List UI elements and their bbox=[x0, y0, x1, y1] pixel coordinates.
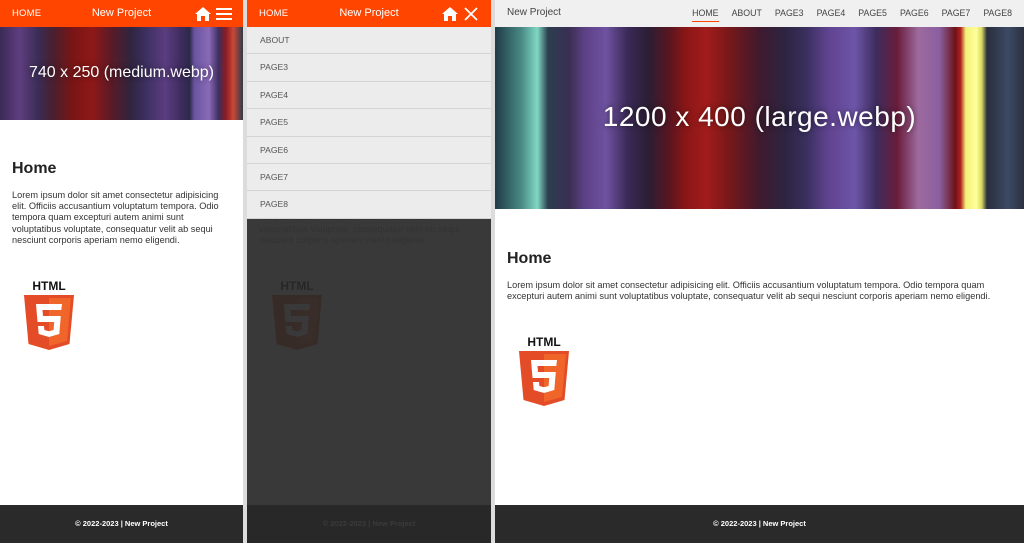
home-icon[interactable] bbox=[441, 5, 459, 23]
nav-page6[interactable]: PAGE6 bbox=[900, 8, 929, 18]
mobile-header: HOME New Project bbox=[0, 0, 243, 27]
logo-text: HTML bbox=[32, 279, 65, 293]
article: Home Lorem ipsum dolor sit amet consecte… bbox=[495, 250, 1024, 302]
nav-page3[interactable]: PAGE3 bbox=[775, 8, 804, 18]
html5-logo: HTML bbox=[22, 278, 76, 359]
mobile-header: HOME New Project bbox=[247, 0, 491, 27]
nav-about[interactable]: ABOUT bbox=[732, 8, 762, 18]
footer: © 2022-2023 | New Project bbox=[495, 505, 1024, 543]
home-icon[interactable] bbox=[194, 5, 212, 23]
nav-home[interactable]: HOME bbox=[692, 8, 719, 22]
html5-logo: HTML bbox=[517, 334, 571, 415]
page-heading: Home bbox=[507, 250, 552, 267]
nav-page5[interactable]: PAGE5 bbox=[858, 8, 887, 18]
hero-caption: 1200 x 400 (large.webp) bbox=[602, 101, 917, 132]
main-nav: HOME ABOUT PAGE3 PAGE4 PAGE5 PAGE6 PAGE7… bbox=[692, 8, 1012, 22]
menu-item-page6[interactable]: PAGE6 bbox=[247, 137, 491, 164]
menu-item-page5[interactable]: PAGE5 bbox=[247, 109, 491, 137]
hero-image: 1200 x 400 (large.webp) bbox=[495, 27, 1024, 209]
menu-item-page8[interactable]: PAGE8 bbox=[247, 191, 491, 219]
mobile-menu-view: Home Lorem ipsum dolor sit amet consecte… bbox=[247, 0, 491, 543]
logo-text: HTML bbox=[527, 335, 560, 349]
menu-icon[interactable] bbox=[215, 5, 233, 23]
footer: © 2022-2023 | New Project bbox=[0, 505, 243, 543]
hero-caption: 740 x 250 (medium.webp) bbox=[29, 64, 214, 81]
menu-item-page3[interactable]: PAGE3 bbox=[247, 54, 491, 82]
nav-page4[interactable]: PAGE4 bbox=[817, 8, 846, 18]
hero-image: 740 x 250 (medium.webp) bbox=[0, 27, 243, 120]
article-body: Lorem ipsum dolor sit amet consectetur a… bbox=[507, 280, 991, 302]
desktop-header: New Project HOME ABOUT PAGE3 PAGE4 PAGE5… bbox=[495, 0, 1024, 27]
mobile-view: HOME New Project 740 x 250 (medium.webp)… bbox=[0, 0, 243, 543]
article: Home Lorem ipsum dolor sit amet consecte… bbox=[0, 160, 243, 246]
menu-item-page7[interactable]: PAGE7 bbox=[247, 164, 491, 192]
menu-item-about[interactable]: ABOUT bbox=[247, 27, 491, 55]
menu-drawer: ABOUT PAGE3 PAGE4 PAGE5 PAGE6 PAGE7 PAGE… bbox=[247, 27, 491, 219]
page-heading: Home bbox=[12, 160, 57, 177]
desktop-view: New Project HOME ABOUT PAGE3 PAGE4 PAGE5… bbox=[495, 0, 1024, 543]
site-title[interactable]: New Project bbox=[507, 7, 561, 18]
menu-item-page4[interactable]: PAGE4 bbox=[247, 82, 491, 110]
article-body: Lorem ipsum dolor sit amet consectetur a… bbox=[12, 190, 219, 245]
nav-page7[interactable]: PAGE7 bbox=[942, 8, 971, 18]
nav-page8[interactable]: PAGE8 bbox=[983, 8, 1012, 18]
close-icon[interactable] bbox=[462, 5, 480, 23]
